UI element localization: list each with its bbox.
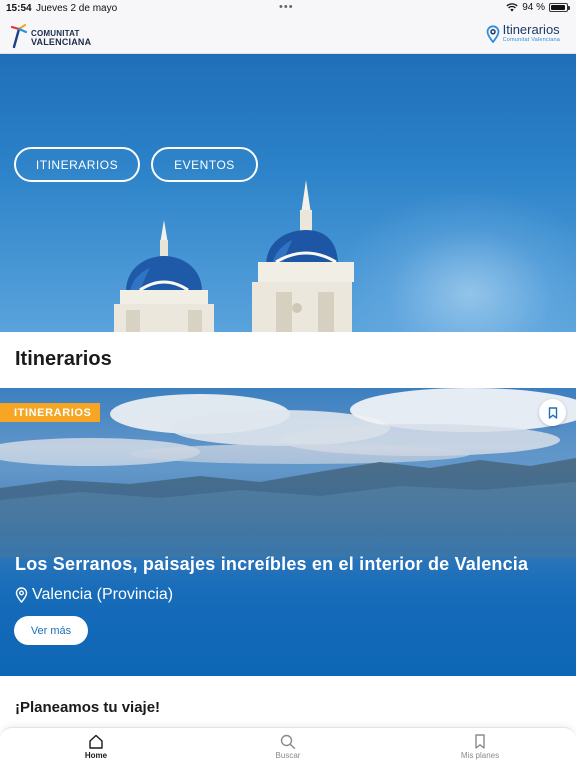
- hero-domes-image: [114, 180, 354, 332]
- tab-buscar-label: Buscar: [275, 751, 301, 760]
- card-title: Los Serranos, paisajes increíbles en el …: [15, 554, 529, 574]
- status-date: Jueves 2 de mayo: [36, 3, 118, 14]
- eventos-button[interactable]: EVENTOS: [151, 147, 258, 182]
- app-header: COMUNITAT VALENCIANA Itinerarios Comunit…: [0, 18, 576, 54]
- location-label: Valencia (Provincia): [32, 586, 174, 603]
- home-icon: [89, 734, 103, 749]
- category-badge: ITINERARIOS: [0, 403, 100, 422]
- tab-bar: Home Buscar Mis planes: [0, 727, 576, 768]
- comunitat-valenciana-logo[interactable]: COMUNITAT VALENCIANA: [10, 22, 91, 50]
- status-bar: 15:54 Jueves 2 de mayo ••• 94 %: [0, 0, 576, 18]
- search-icon: [280, 734, 296, 749]
- status-time: 15:54: [6, 3, 32, 14]
- bookmark-icon: [548, 406, 557, 419]
- tab-buscar[interactable]: Buscar: [248, 734, 328, 760]
- bookmark-button[interactable]: [539, 399, 566, 426]
- hero-banner: ITINERARIOS EVENTOS: [0, 54, 576, 332]
- card-location: Valencia (Provincia): [15, 586, 173, 604]
- bookmark-icon: [475, 734, 485, 749]
- battery-icon: [549, 3, 570, 12]
- battery-percent: 94 %: [522, 2, 545, 13]
- tab-home-label: Home: [84, 751, 108, 760]
- section-title: Itinerarios: [15, 348, 112, 370]
- status-indicators: 94 %: [506, 2, 570, 13]
- tab-mis-planes[interactable]: Mis planes: [440, 734, 520, 760]
- tab-home[interactable]: Home: [56, 734, 136, 760]
- ver-mas-button[interactable]: Ver más: [14, 616, 88, 645]
- itinerarios-logo: Itinerarios Comunitat Valenciana: [486, 23, 560, 44]
- brand-line2: VALENCIANA: [31, 37, 92, 47]
- location-pin-icon: [15, 587, 28, 603]
- brand-mark-icon: [10, 23, 28, 49]
- app-title: Itinerarios: [502, 22, 560, 37]
- plan-section-title: ¡Planeamos tu viaje!: [15, 699, 161, 716]
- hero-buttons: ITINERARIOS EVENTOS: [14, 147, 258, 182]
- wifi-icon: [506, 3, 518, 12]
- map-pin-icon: [486, 24, 499, 43]
- multitasking-dots-icon[interactable]: •••: [279, 1, 294, 13]
- tab-mis-planes-label: Mis planes: [460, 751, 500, 760]
- itinerarios-button[interactable]: ITINERARIOS: [14, 147, 140, 182]
- app-subtitle: Comunitat Valenciana: [502, 37, 560, 43]
